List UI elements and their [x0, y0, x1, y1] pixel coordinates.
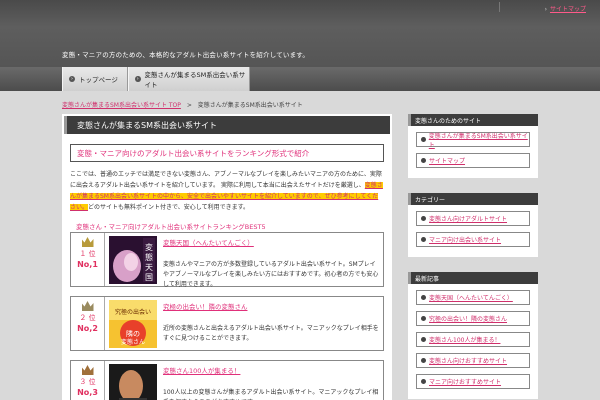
sidebar-box-category: カテゴリー 変態さん向けアダルトサイト マニア向け出会い系サイト — [408, 193, 538, 257]
bullet-icon — [421, 216, 426, 221]
sidebar-item[interactable]: サイトマップ — [416, 153, 530, 168]
sidebar-list: 変態天国（へんたいてんごく） 究極の出会い！隣の変態さん 変態さん100人が集ま… — [408, 284, 538, 399]
sitemap-link[interactable]: サイトマップ — [545, 4, 586, 13]
sidebar-list: 変態さんが集まるSM系出会い系サイト サイトマップ — [408, 126, 538, 178]
sidebar-item-label: 変態さん100人が集まる！ — [429, 337, 501, 344]
breadcrumb-current: 変態さんが集まるSM系出会い系サイト — [197, 102, 303, 109]
sidebar-box-site: 変態さんのためのサイト 変態さんが集まるSM系出会い系サイト サイトマップ — [408, 114, 538, 178]
sidebar-item[interactable]: 変態さん向けおすすめサイト — [416, 353, 530, 368]
site-thumbnail[interactable]: 変 態 天 国 — [109, 236, 157, 284]
site-description-text: 近所の変態さんと出会えるアダルト出会い系サイト。マニアックなプレイ相手をすぐに見… — [163, 325, 379, 342]
page-title: 変態さんが集まるSM系出会い系サイト — [64, 116, 390, 134]
sidebar-item-label: 変態さんが集まるSM系出会い系サイト — [428, 132, 528, 149]
svg-text:天: 天 — [145, 263, 153, 272]
sidebar-item-label: 変態さん向けアダルトサイト — [429, 216, 508, 223]
sidebar-item-label: 究極の出会い！隣の変態さん — [429, 316, 508, 323]
crown-icon — [81, 301, 94, 311]
sidebar-heading: 変態さんのためのサイト — [408, 114, 538, 126]
site-name-link[interactable]: 究極の出会い！隣の変態さん — [163, 301, 379, 311]
sidebar-item-label: 変態天国（へんたいてんごく） — [429, 295, 513, 302]
sidebar-item[interactable]: マニア向けおすすめサイト — [416, 374, 530, 389]
header-separator — [499, 2, 500, 12]
svg-text:変: 変 — [145, 242, 153, 252]
site-description-text: 100人以上の変態さんが集まるアダルト出会い系サイト。マニアックなプレイ相手を探… — [163, 389, 379, 400]
sidebar-item[interactable]: 変態さんが集まるSM系出会い系サイト — [416, 132, 530, 149]
site-description: 変態・マニアの方のための、本格的なアダルト出会い系サイトを紹介しています。 — [62, 51, 310, 59]
crown-icon — [81, 237, 94, 247]
rank-badge: ３ 位 No,3 — [71, 361, 105, 400]
bullet-icon — [421, 337, 426, 342]
svg-text:変態さん: 変態さん — [121, 338, 145, 346]
intro-paragraph-2b: どのサイトも無料ポイント付きで、安心して利用できます。 — [88, 204, 249, 211]
svg-text:究極の出会い: 究極の出会い — [115, 308, 151, 316]
site-header: サイトマップ 変態・マニアの方のための、本格的なアダルト出会い系サイトを紹介して… — [0, 0, 600, 67]
rank-badge: ２ 位 No,2 — [71, 297, 105, 350]
breadcrumb-separator: > — [186, 102, 192, 109]
svg-text:国: 国 — [145, 273, 153, 282]
main-content: 変態さんが集まるSM系出会い系サイト 変態・マニア向けのアダルト出会い系サイトを… — [62, 114, 392, 400]
sidebar-item-label: マニア向け出会い系サイト — [429, 237, 502, 244]
site-description-text: 変態さんやマニアの方が多数登録しているアダルト出会い系サイト。SMプレイやアブノ… — [163, 261, 379, 288]
bullet-icon — [421, 316, 426, 321]
section-heading: 変態・マニア向けのアダルト出会い系サイトをランキング形式で紹介 — [70, 144, 384, 162]
sidebar-box-recent: 最新記事 変態天国（へんたいてんごく） 究極の出会い！隣の変態さん 変態さん10… — [408, 272, 538, 399]
site-info: 変態さん100人が集まる！ 100人以上の変態さんが集まるアダルト出会い系サイト… — [161, 361, 383, 400]
nav-item-sm-sites[interactable]: › 変態さんが集まるSM系出会い系サイト — [128, 67, 250, 91]
breadcrumb: 変態さんが集まるSM系出会い系サイト TOP > 変態さんが集まるSM系出会い系… — [62, 100, 303, 109]
rank-number: No,2 — [77, 324, 98, 333]
nav-item-home[interactable]: › トップページ — [62, 67, 128, 91]
sidebar-heading: 最新記事 — [408, 272, 538, 284]
ranking-item-3: ３ 位 No,3 100 変態さん100人が集まる！ 100人以上の変態さんが集… — [70, 360, 384, 400]
site-thumbnail[interactable]: 究極の出会い 隣の 変態さん — [109, 300, 157, 348]
site-info: 変態天国（へんたいてんごく） 変態さんやマニアの方が多数登録しているアダルト出会… — [161, 233, 383, 288]
bullet-icon — [421, 237, 426, 242]
ranking-title: 変態さん・マニア向けアダルト出会い系サイトランキングBEST5 — [76, 223, 266, 231]
bullet-icon — [421, 379, 426, 384]
bullet-icon — [421, 358, 426, 363]
site-name-link[interactable]: 変態天国（へんたいてんごく） — [163, 237, 379, 247]
ranking-item-1: １ 位 No,1 変 態 天 国 変態天国（へんたいてんごく） 変態さんやマニア… — [70, 232, 384, 288]
crown-icon — [81, 365, 94, 375]
bullet-icon — [421, 137, 426, 142]
intro-paragraph-2a: 実際に利用して本当に出会えたサイトだけを厳選し、 — [220, 182, 365, 189]
sidebar-item[interactable]: 変態さん向けアダルトサイト — [416, 211, 530, 226]
rank-label: １ 位 — [79, 250, 96, 258]
rank-number: No,3 — [77, 388, 98, 397]
site-name-link[interactable]: 変態さん100人が集まる！ — [163, 365, 379, 375]
sidebar-item[interactable]: マニア向け出会い系サイト — [416, 232, 530, 247]
rank-label: ２ 位 — [79, 314, 96, 322]
sidebar-heading: カテゴリー — [408, 193, 538, 205]
sidebar-item-label: 変態さん向けおすすめサイト — [429, 358, 508, 365]
sidebar-item-label: マニア向けおすすめサイト — [429, 379, 502, 386]
sidebar-item[interactable]: 究極の出会い！隣の変態さん — [416, 311, 530, 326]
sidebar-item[interactable]: 変態天国（へんたいてんごく） — [416, 290, 530, 305]
rank-badge: １ 位 No,1 — [71, 233, 105, 286]
svg-text:隣の: 隣の — [126, 329, 140, 338]
bullet-icon — [421, 295, 426, 300]
bullet-icon — [421, 158, 426, 163]
nav-item-label: 変態さんが集まるSM系出会い系サイト — [144, 71, 246, 89]
breadcrumb-home-link[interactable]: 変態さんが集まるSM系出会い系サイト TOP — [62, 102, 181, 109]
nav-item-label: トップページ — [79, 76, 118, 84]
sidebar-item[interactable]: 変態さん100人が集まる！ — [416, 332, 530, 347]
site-thumbnail[interactable]: 100 — [109, 364, 157, 400]
chevron-right-icon: › — [69, 76, 75, 82]
chevron-right-icon: › — [135, 76, 141, 82]
intro-text: ここでは、普通のエッチでは満足できない変態さん、アブノーマルなプレイを楽しみたい… — [70, 169, 384, 213]
global-nav: › トップページ › 変態さんが集まるSM系出会い系サイト — [62, 67, 250, 91]
rank-number: No,1 — [77, 260, 98, 269]
sidebar-list: 変態さん向けアダルトサイト マニア向け出会い系サイト — [408, 205, 538, 257]
site-info: 究極の出会い！隣の変態さん 近所の変態さんと出会えるアダルト出会い系サイト。マニ… — [161, 297, 383, 350]
sidebar-item-label: サイトマップ — [429, 158, 466, 165]
svg-text:態: 態 — [145, 252, 153, 262]
rank-label: ３ 位 — [79, 378, 96, 386]
ranking-item-2: ２ 位 No,2 究極の出会い 隣の 変態さん 究極の出会い！隣の変態さん 近所… — [70, 296, 384, 351]
